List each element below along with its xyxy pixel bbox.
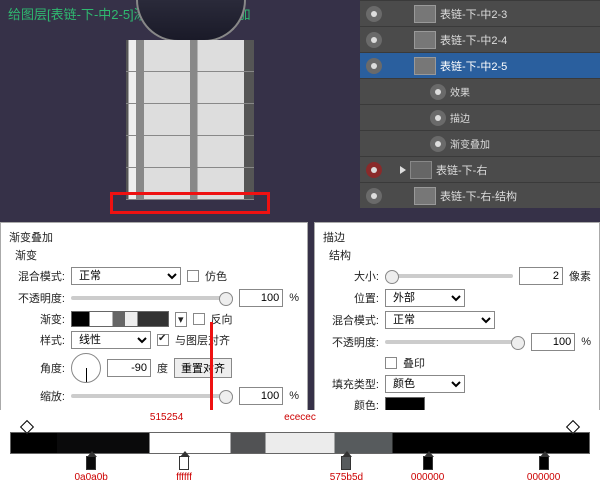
color-stop[interactable]: [86, 456, 96, 470]
layer-row[interactable]: 表链-下-中2-4: [360, 26, 600, 52]
layer-row[interactable]: 渐变叠加: [360, 130, 600, 156]
layer-label: 描边: [450, 110, 470, 125]
style-label: 样式:: [9, 332, 65, 348]
opacity-input[interactable]: [531, 333, 575, 351]
stroke-panel: 描边 结构 大小: 像素 位置: 外部 混合模式: 正常 不透明度: % 叠印 …: [314, 222, 600, 412]
visibility-eye-icon[interactable]: [430, 84, 446, 100]
align-label: 与图层对齐: [175, 332, 230, 348]
visibility-eye-icon[interactable]: [366, 6, 382, 22]
size-input[interactable]: [519, 267, 563, 285]
layer-label: 表链-下-中2-3: [440, 6, 507, 22]
blend-mode-label: 混合模式:: [9, 268, 65, 284]
layer-label: 表链-下-右-结构: [440, 188, 517, 204]
layer-row[interactable]: 表链-下-中2-3: [360, 0, 600, 26]
knockout-checkbox[interactable]: [385, 357, 397, 369]
scale-slider[interactable]: [71, 394, 233, 398]
fill-type-label: 填充类型:: [323, 376, 379, 392]
layer-row[interactable]: 表链-下-中2-5: [360, 52, 600, 78]
gradient-editor: 515254 ececec 0a0a0b ffffff 575b5d 000000 0000…: [0, 410, 600, 502]
color-hex-label: 515254: [150, 412, 183, 423]
opacity-label: 不透明度:: [9, 290, 65, 306]
folder-triangle-icon[interactable]: [400, 166, 406, 174]
layer-thumbnail: [414, 187, 436, 205]
panel-title: 描边: [323, 229, 591, 245]
color-hex-label: ffffff: [176, 472, 192, 483]
highlight-box: [110, 192, 270, 214]
color-hex-label: ececec: [284, 412, 316, 423]
size-slider[interactable]: [385, 274, 513, 278]
reset-align-button[interactable]: 重置对齐: [174, 358, 232, 378]
opacity-label: 不透明度:: [323, 334, 379, 350]
scale-label: 缩放:: [9, 388, 65, 404]
color-hex-label: 000000: [527, 472, 560, 483]
blend-mode-select[interactable]: 正常: [71, 267, 181, 285]
dither-checkbox[interactable]: [187, 270, 199, 282]
visibility-eye-icon[interactable]: [366, 188, 382, 204]
dither-label: 仿色: [205, 268, 227, 284]
size-label: 大小:: [323, 268, 379, 284]
knockout-label: 叠印: [403, 355, 425, 371]
position-select[interactable]: 外部: [385, 289, 465, 307]
blend-mode-select[interactable]: 正常: [385, 311, 495, 329]
angle-input[interactable]: [107, 359, 151, 377]
color-hex-label: 575b5d: [330, 472, 363, 483]
color-stop[interactable]: [179, 456, 189, 470]
visibility-eye-icon[interactable]: [430, 110, 446, 126]
layer-label: 渐变叠加: [450, 136, 490, 151]
opacity-input[interactable]: [239, 289, 283, 307]
layer-row[interactable]: 描边: [360, 104, 600, 130]
layer-label: 表链-下-右: [436, 162, 487, 178]
layer-label: 表链-下-中2-5: [440, 58, 507, 74]
layer-thumbnail: [414, 57, 436, 75]
preview-watch: [108, 0, 268, 210]
folder-icon: [410, 161, 432, 179]
color-stop[interactable]: [341, 456, 351, 470]
gradient-preview[interactable]: [71, 311, 169, 327]
layer-row[interactable]: 表链-下-右: [360, 156, 600, 182]
color-stop[interactable]: [423, 456, 433, 470]
reverse-checkbox[interactable]: [193, 313, 205, 325]
reverse-label: 反向: [211, 311, 233, 327]
visibility-eye-icon[interactable]: [430, 136, 446, 152]
angle-dial[interactable]: [71, 353, 101, 383]
layer-label: 效果: [450, 84, 470, 99]
visibility-eye-icon[interactable]: [366, 32, 382, 48]
layers-panel: 表链-下-中2-3 表链-下-中2-4 表链-下-中2-5 效果描边渐变叠加表链-下-…: [360, 0, 600, 208]
color-hex-label: 000000: [411, 472, 444, 483]
gradient-label: 渐变:: [9, 311, 65, 327]
layer-thumbnail: [414, 31, 436, 49]
opacity-slider[interactable]: [71, 296, 233, 300]
visibility-eye-icon[interactable]: [366, 58, 382, 74]
panel-title: 渐变叠加: [9, 229, 299, 245]
panel-section: 结构: [329, 247, 591, 263]
visibility-eye-icon[interactable]: [366, 162, 382, 178]
layer-row[interactable]: 表链-下-右-结构: [360, 182, 600, 208]
fill-type-select[interactable]: 颜色: [385, 375, 465, 393]
panel-section: 渐变: [15, 247, 299, 263]
layer-row[interactable]: 效果: [360, 78, 600, 104]
scale-input[interactable]: [239, 387, 283, 405]
color-stop[interactable]: [539, 456, 549, 470]
layer-label: 表链-下-中2-4: [440, 32, 507, 48]
angle-label: 角度:: [9, 360, 65, 376]
style-select[interactable]: 线性: [71, 331, 151, 349]
gradient-overlay-panel: 渐变叠加 渐变 混合模式: 正常 仿色 不透明度: % 渐变: ▾ 反向 样式:…: [0, 222, 308, 412]
position-label: 位置:: [323, 290, 379, 306]
layer-thumbnail: [414, 5, 436, 23]
align-checkbox[interactable]: [157, 334, 169, 346]
gradient-picker-arrow[interactable]: ▾: [175, 312, 187, 327]
color-hex-label: 0a0a0b: [75, 472, 108, 483]
blend-mode-label: 混合模式:: [323, 312, 379, 328]
opacity-slider[interactable]: [385, 340, 525, 344]
